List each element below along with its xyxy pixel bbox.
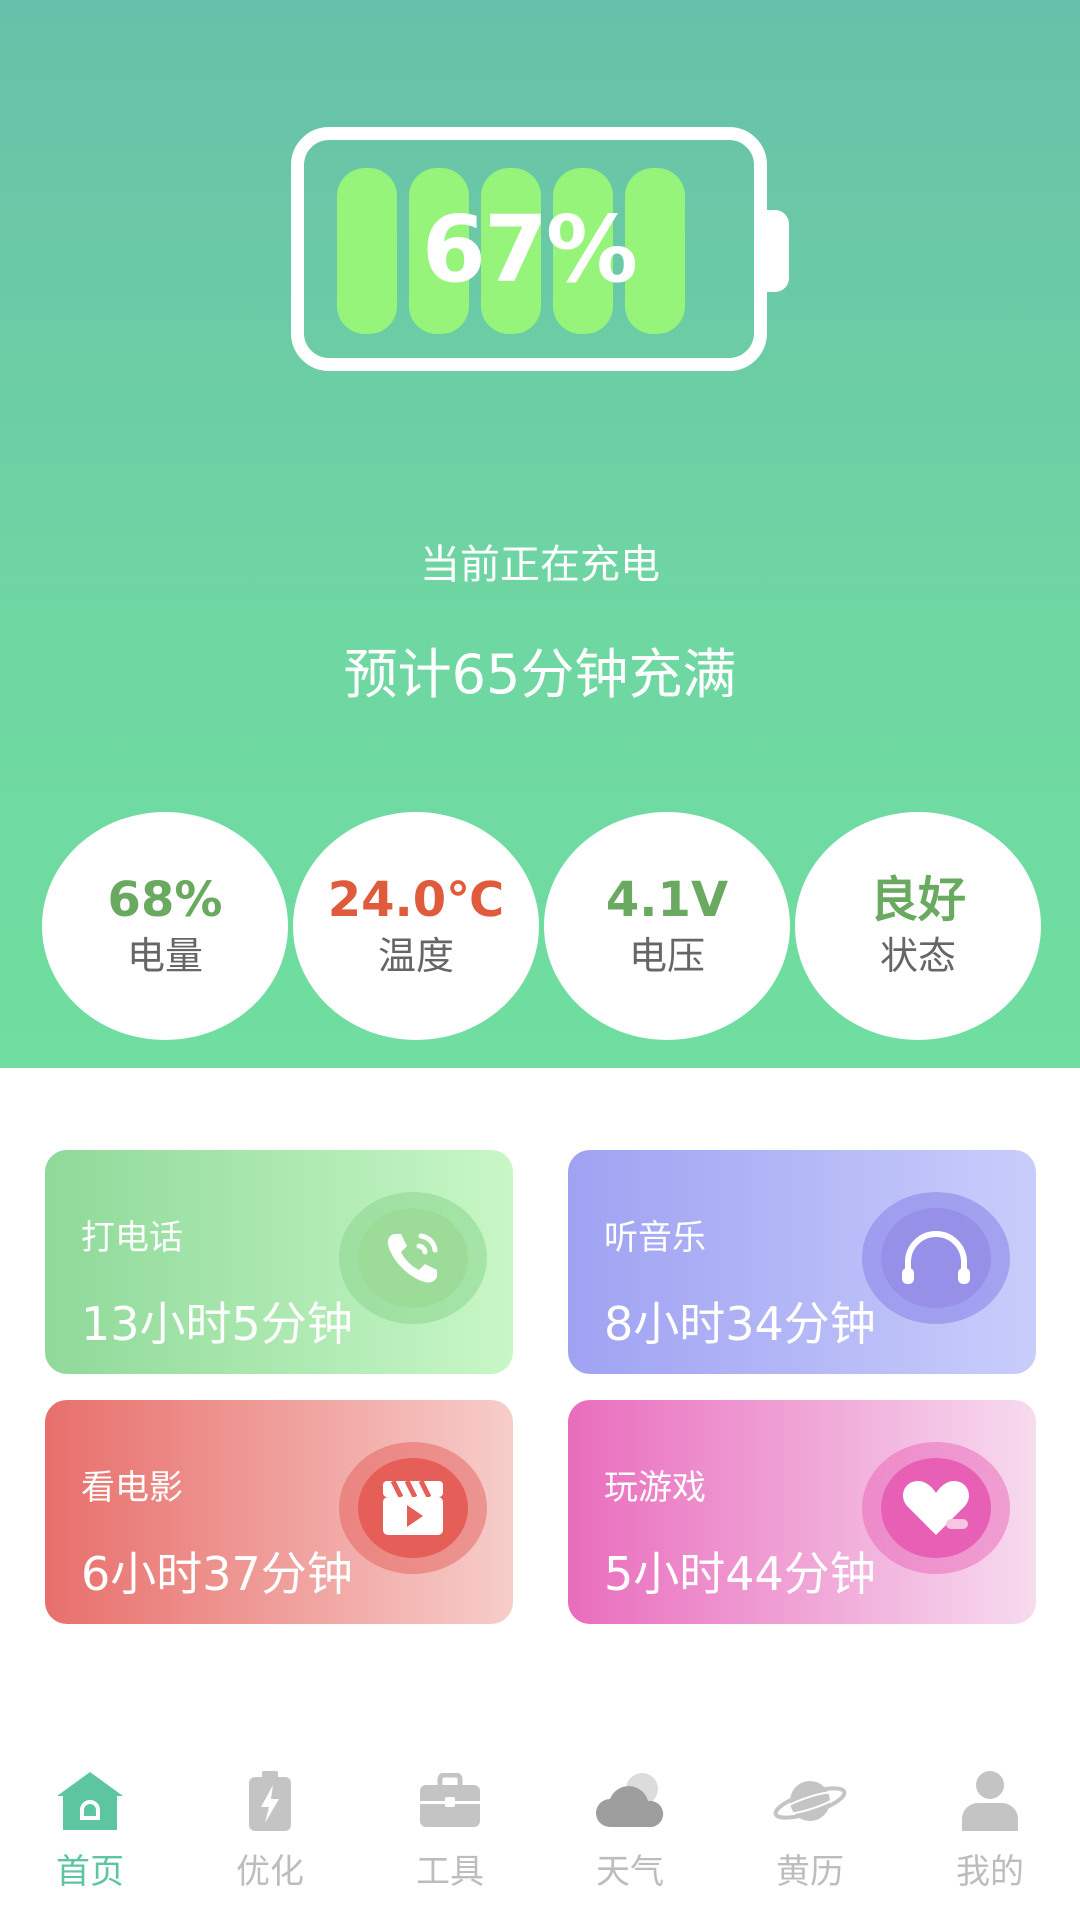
nav-label: 我的 xyxy=(956,1852,1024,1892)
nav-label: 天气 xyxy=(596,1852,664,1892)
clapperboard-icon xyxy=(339,1442,487,1574)
stat-health: 良好 状态 xyxy=(795,812,1041,1040)
battery-percent: 67% xyxy=(421,195,638,303)
stat-value: 4.1V xyxy=(605,872,729,928)
usage-card-call[interactable]: 打电话 13小时5分钟 xyxy=(45,1150,513,1374)
charging-estimate: 预计65分钟充满 xyxy=(343,643,737,706)
nav-item-home[interactable]: 首页 xyxy=(0,1750,180,1920)
stat-voltage: 4.1V 电压 xyxy=(544,812,790,1040)
charging-status: 当前正在充电 xyxy=(420,542,660,588)
stat-value: 良好 xyxy=(869,872,966,928)
nav-label: 优化 xyxy=(236,1852,304,1892)
stat-label: 温度 xyxy=(377,934,454,978)
card-time: 8小时34分钟 xyxy=(604,1297,876,1351)
nav-item-profile[interactable]: 我的 xyxy=(900,1750,1080,1920)
heart-icon xyxy=(862,1442,1010,1574)
card-time: 13小时5分钟 xyxy=(81,1297,353,1351)
usage-card-game[interactable]: 玩游戏 5小时44分钟 xyxy=(568,1400,1036,1624)
user-icon xyxy=(950,1766,1030,1836)
stat-label: 电量 xyxy=(126,934,203,978)
nav-item-optimize[interactable]: 优化 xyxy=(180,1750,360,1920)
card-time: 5小时44分钟 xyxy=(604,1547,876,1601)
usage-card-movie[interactable]: 看电影 6小时37分钟 xyxy=(45,1400,513,1624)
home-icon xyxy=(50,1766,130,1836)
nav-item-tools[interactable]: 工具 xyxy=(360,1750,540,1920)
card-title: 看电影 xyxy=(81,1468,183,1508)
battery-cap xyxy=(767,210,789,292)
toolbox-icon xyxy=(410,1766,490,1836)
nav-item-almanac[interactable]: 黄历 xyxy=(720,1750,900,1920)
battery-hero: 67% 当前正在充电 预计65分钟充满 68% 电量 24.0℃ 温度 4.1V… xyxy=(0,0,1080,1068)
stat-value: 24.0℃ xyxy=(327,872,505,928)
phone-icon xyxy=(339,1192,487,1324)
cloud-icon xyxy=(590,1766,670,1836)
card-title: 听音乐 xyxy=(604,1218,706,1258)
stat-charge: 68% 电量 xyxy=(42,812,288,1040)
card-time: 6小时37分钟 xyxy=(81,1547,353,1601)
battery-bolt-icon xyxy=(230,1766,310,1836)
usage-card-music[interactable]: 听音乐 8小时34分钟 xyxy=(568,1150,1036,1374)
stat-label: 电压 xyxy=(628,934,705,978)
planet-icon xyxy=(770,1766,850,1836)
nav-label: 黄历 xyxy=(776,1852,844,1892)
nav-label: 工具 xyxy=(416,1852,484,1892)
headphones-icon xyxy=(862,1192,1010,1324)
stat-value: 68% xyxy=(107,872,223,928)
nav-label: 首页 xyxy=(56,1852,124,1892)
nav-item-weather[interactable]: 天气 xyxy=(540,1750,720,1920)
bottom-nav: 首页 优化 工具 天气 黄历 我的 xyxy=(0,1750,1080,1920)
card-title: 玩游戏 xyxy=(604,1468,706,1508)
stat-label: 状态 xyxy=(879,934,956,978)
card-title: 打电话 xyxy=(81,1218,183,1258)
stat-temperature: 24.0℃ 温度 xyxy=(293,812,539,1040)
